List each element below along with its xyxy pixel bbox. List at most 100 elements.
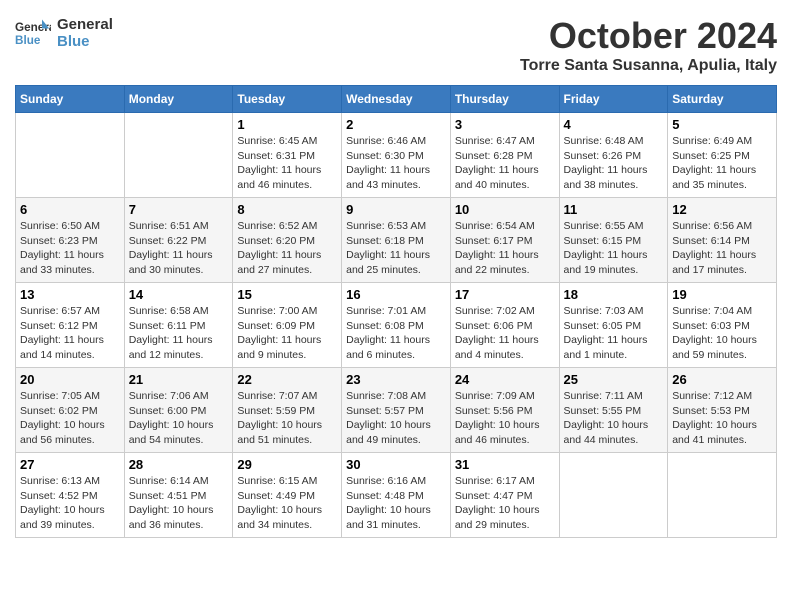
day-number: 18 bbox=[564, 287, 664, 302]
day-number: 11 bbox=[564, 202, 664, 217]
calendar-cell: 18 Sunrise: 7:03 AM Sunset: 6:05 PM Dayli… bbox=[559, 283, 668, 368]
calendar-cell: 7Sunrise: 6:51 AM Sunset: 6:22 PM Daylig… bbox=[124, 198, 233, 283]
logo-general: General bbox=[57, 16, 113, 33]
calendar-week-row: 1 Sunrise: 6:45 AM Sunset: 6:31 PM Daylig… bbox=[16, 113, 777, 198]
calendar-cell: 27 Sunrise: 6:13 AM Sunset: 4:52 PM Dayli… bbox=[16, 453, 125, 538]
weekday-header: Friday bbox=[559, 86, 668, 113]
day-info: Sunrise: 6:48 AM Sunset: 6:26 PM Dayligh… bbox=[564, 134, 664, 193]
calendar-cell: 21 Sunrise: 7:06 AM Sunset: 6:00 PM Dayli… bbox=[124, 368, 233, 453]
calendar-table: SundayMondayTuesdayWednesdayThursdayFrid… bbox=[15, 85, 777, 538]
calendar-cell: 8Sunrise: 6:52 AM Sunset: 6:20 PM Daylig… bbox=[233, 198, 342, 283]
day-number: 31 bbox=[455, 457, 555, 472]
day-info: Sunrise: 7:02 AM Sunset: 6:06 PM Dayligh… bbox=[455, 304, 555, 363]
calendar-cell bbox=[559, 453, 668, 538]
weekday-header: Sunday bbox=[16, 86, 125, 113]
calendar-cell: 10 Sunrise: 6:54 AM Sunset: 6:17 PM Dayli… bbox=[450, 198, 559, 283]
weekday-header: Wednesday bbox=[342, 86, 451, 113]
calendar-week-row: 13Sunrise: 6:57 AM Sunset: 6:12 PM Dayli… bbox=[16, 283, 777, 368]
logo: General Blue General Blue bbox=[15, 15, 113, 51]
calendar-cell: 4Sunrise: 6:48 AM Sunset: 6:26 PM Daylig… bbox=[559, 113, 668, 198]
day-info: Sunrise: 6:14 AM Sunset: 4:51 PM Dayligh… bbox=[129, 474, 229, 533]
calendar-cell: 2 Sunrise: 6:46 AM Sunset: 6:30 PM Daylig… bbox=[342, 113, 451, 198]
month-title: October 2024 bbox=[520, 15, 777, 57]
weekday-header: Thursday bbox=[450, 86, 559, 113]
calendar-cell: 3 Sunrise: 6:47 AM Sunset: 6:28 PM Daylig… bbox=[450, 113, 559, 198]
day-info: Sunrise: 6:57 AM Sunset: 6:12 PM Dayligh… bbox=[20, 304, 120, 363]
day-number: 2 bbox=[346, 117, 446, 132]
day-number: 30 bbox=[346, 457, 446, 472]
day-number: 16 bbox=[346, 287, 446, 302]
calendar-cell: 22 Sunrise: 7:07 AM Sunset: 5:59 PM Dayli… bbox=[233, 368, 342, 453]
calendar-cell: 24Sunrise: 7:09 AM Sunset: 5:56 PM Dayli… bbox=[450, 368, 559, 453]
day-info: Sunrise: 6:17 AM Sunset: 4:47 PM Dayligh… bbox=[455, 474, 555, 533]
day-number: 12 bbox=[672, 202, 772, 217]
day-info: Sunrise: 6:53 AM Sunset: 6:18 PM Dayligh… bbox=[346, 219, 446, 278]
calendar-cell bbox=[16, 113, 125, 198]
day-info: Sunrise: 6:50 AM Sunset: 6:23 PM Dayligh… bbox=[20, 219, 120, 278]
day-number: 26 bbox=[672, 372, 772, 387]
day-number: 3 bbox=[455, 117, 555, 132]
day-number: 10 bbox=[455, 202, 555, 217]
day-info: Sunrise: 7:01 AM Sunset: 6:08 PM Dayligh… bbox=[346, 304, 446, 363]
calendar-cell bbox=[124, 113, 233, 198]
calendar-cell: 15 Sunrise: 7:00 AM Sunset: 6:09 PM Dayli… bbox=[233, 283, 342, 368]
calendar-cell: 25Sunrise: 7:11 AM Sunset: 5:55 PM Dayli… bbox=[559, 368, 668, 453]
calendar-cell: 17 Sunrise: 7:02 AM Sunset: 6:06 PM Dayli… bbox=[450, 283, 559, 368]
calendar-cell: 31 Sunrise: 6:17 AM Sunset: 4:47 PM Dayli… bbox=[450, 453, 559, 538]
day-info: Sunrise: 6:46 AM Sunset: 6:30 PM Dayligh… bbox=[346, 134, 446, 193]
calendar-cell: 5Sunrise: 6:49 AM Sunset: 6:25 PM Daylig… bbox=[668, 113, 777, 198]
day-number: 20 bbox=[20, 372, 120, 387]
day-info: Sunrise: 6:13 AM Sunset: 4:52 PM Dayligh… bbox=[20, 474, 120, 533]
calendar-cell: 11 Sunrise: 6:55 AM Sunset: 6:15 PM Dayli… bbox=[559, 198, 668, 283]
day-info: Sunrise: 6:47 AM Sunset: 6:28 PM Dayligh… bbox=[455, 134, 555, 193]
day-info: Sunrise: 6:45 AM Sunset: 6:31 PM Dayligh… bbox=[237, 134, 337, 193]
calendar-cell bbox=[668, 453, 777, 538]
day-number: 7 bbox=[129, 202, 229, 217]
day-number: 24 bbox=[455, 372, 555, 387]
day-number: 15 bbox=[237, 287, 337, 302]
calendar-cell: 13Sunrise: 6:57 AM Sunset: 6:12 PM Dayli… bbox=[16, 283, 125, 368]
day-number: 17 bbox=[455, 287, 555, 302]
day-info: Sunrise: 7:00 AM Sunset: 6:09 PM Dayligh… bbox=[237, 304, 337, 363]
day-number: 9 bbox=[346, 202, 446, 217]
day-info: Sunrise: 6:15 AM Sunset: 4:49 PM Dayligh… bbox=[237, 474, 337, 533]
day-number: 29 bbox=[237, 457, 337, 472]
day-info: Sunrise: 6:56 AM Sunset: 6:14 PM Dayligh… bbox=[672, 219, 772, 278]
calendar-week-row: 20 Sunrise: 7:05 AM Sunset: 6:02 PM Dayli… bbox=[16, 368, 777, 453]
calendar-cell: 29 Sunrise: 6:15 AM Sunset: 4:49 PM Dayli… bbox=[233, 453, 342, 538]
calendar-week-row: 27 Sunrise: 6:13 AM Sunset: 4:52 PM Dayli… bbox=[16, 453, 777, 538]
day-info: Sunrise: 6:58 AM Sunset: 6:11 PM Dayligh… bbox=[129, 304, 229, 363]
day-number: 22 bbox=[237, 372, 337, 387]
calendar-cell: 30 Sunrise: 6:16 AM Sunset: 4:48 PM Dayli… bbox=[342, 453, 451, 538]
day-info: Sunrise: 6:16 AM Sunset: 4:48 PM Dayligh… bbox=[346, 474, 446, 533]
day-number: 27 bbox=[20, 457, 120, 472]
title-block: October 2024 Torre Santa Susanna, Apulia… bbox=[520, 15, 777, 75]
day-info: Sunrise: 7:04 AM Sunset: 6:03 PM Dayligh… bbox=[672, 304, 772, 363]
day-info: Sunrise: 7:08 AM Sunset: 5:57 PM Dayligh… bbox=[346, 389, 446, 448]
day-number: 21 bbox=[129, 372, 229, 387]
calendar-cell: 9 Sunrise: 6:53 AM Sunset: 6:18 PM Daylig… bbox=[342, 198, 451, 283]
calendar-week-row: 6Sunrise: 6:50 AM Sunset: 6:23 PM Daylig… bbox=[16, 198, 777, 283]
weekday-header-row: SundayMondayTuesdayWednesdayThursdayFrid… bbox=[16, 86, 777, 113]
svg-text:Blue: Blue bbox=[15, 34, 41, 47]
day-info: Sunrise: 7:12 AM Sunset: 5:53 PM Dayligh… bbox=[672, 389, 772, 448]
day-info: Sunrise: 7:05 AM Sunset: 6:02 PM Dayligh… bbox=[20, 389, 120, 448]
weekday-header: Saturday bbox=[668, 86, 777, 113]
day-number: 14 bbox=[129, 287, 229, 302]
day-info: Sunrise: 7:03 AM Sunset: 6:05 PM Dayligh… bbox=[564, 304, 664, 363]
day-number: 1 bbox=[237, 117, 337, 132]
day-info: Sunrise: 7:06 AM Sunset: 6:00 PM Dayligh… bbox=[129, 389, 229, 448]
calendar-cell: 16 Sunrise: 7:01 AM Sunset: 6:08 PM Dayli… bbox=[342, 283, 451, 368]
day-info: Sunrise: 7:07 AM Sunset: 5:59 PM Dayligh… bbox=[237, 389, 337, 448]
calendar-cell: 6Sunrise: 6:50 AM Sunset: 6:23 PM Daylig… bbox=[16, 198, 125, 283]
day-info: Sunrise: 6:52 AM Sunset: 6:20 PM Dayligh… bbox=[237, 219, 337, 278]
calendar-cell: 20 Sunrise: 7:05 AM Sunset: 6:02 PM Dayli… bbox=[16, 368, 125, 453]
day-info: Sunrise: 6:54 AM Sunset: 6:17 PM Dayligh… bbox=[455, 219, 555, 278]
page-header: General Blue General Blue October 2024 T… bbox=[15, 15, 777, 75]
day-number: 28 bbox=[129, 457, 229, 472]
calendar-cell: 23Sunrise: 7:08 AM Sunset: 5:57 PM Dayli… bbox=[342, 368, 451, 453]
calendar-cell: 26 Sunrise: 7:12 AM Sunset: 5:53 PM Dayli… bbox=[668, 368, 777, 453]
day-info: Sunrise: 6:49 AM Sunset: 6:25 PM Dayligh… bbox=[672, 134, 772, 193]
weekday-header: Monday bbox=[124, 86, 233, 113]
day-info: Sunrise: 6:55 AM Sunset: 6:15 PM Dayligh… bbox=[564, 219, 664, 278]
